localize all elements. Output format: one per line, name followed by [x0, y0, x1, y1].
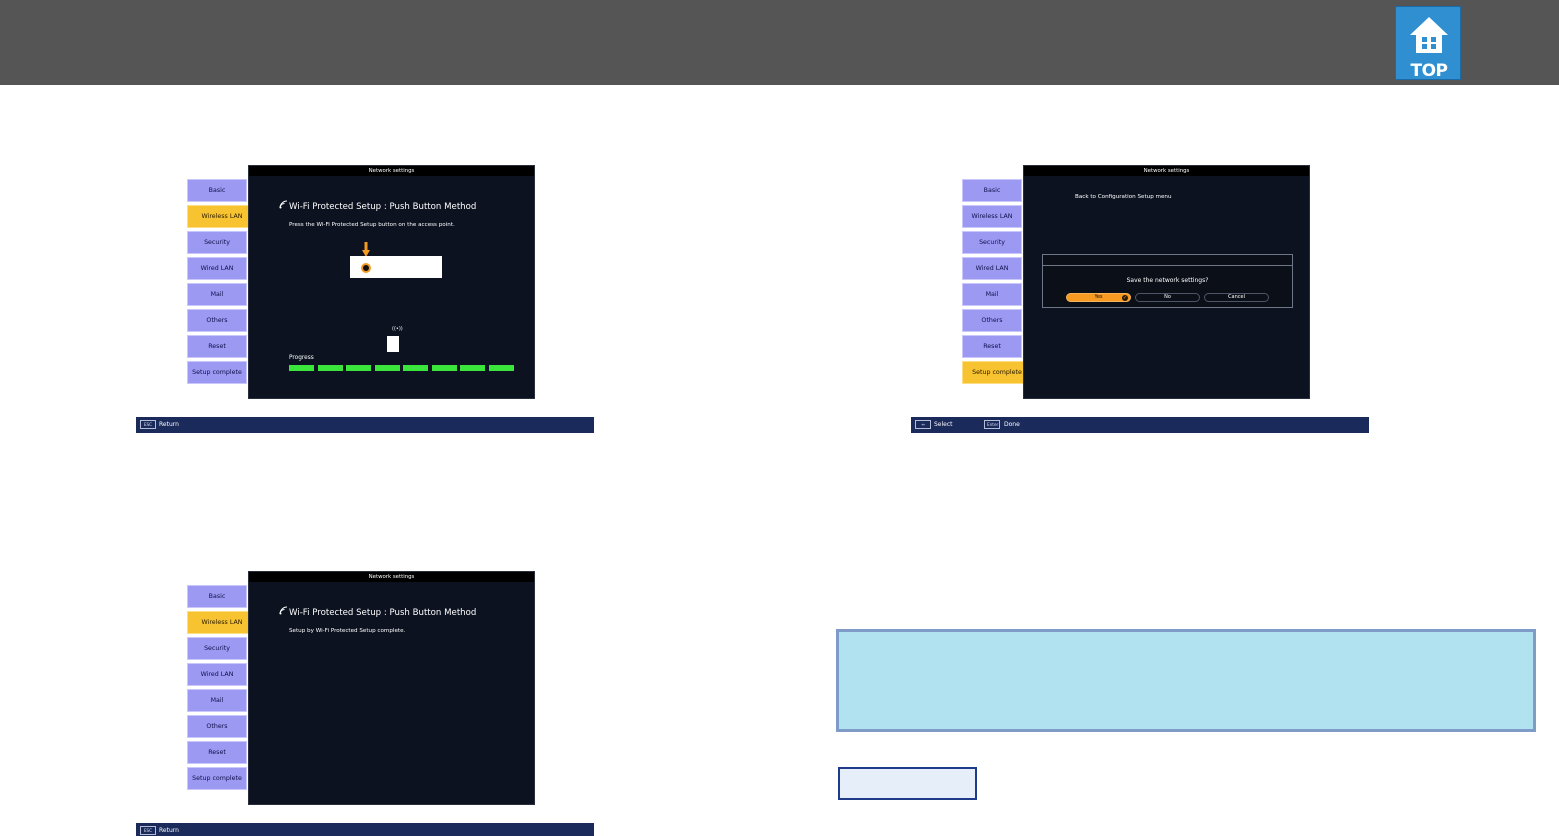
yes-button-label: Yes — [1094, 294, 1103, 300]
check-icon: ✓ — [1122, 295, 1128, 301]
footer-bar: ESC Return — [136, 417, 594, 433]
sidebar-item-security[interactable]: Security — [187, 637, 247, 660]
progress-label: Progress — [289, 355, 314, 361]
sidebar-item-wired-lan[interactable]: Wired LAN — [962, 257, 1022, 280]
wifi-signal-icon: ((•)) — [392, 326, 403, 332]
sidebar-item-basic[interactable]: Basic — [187, 179, 247, 202]
page: TOP Basic Wireless LAN Security Wired LA… — [0, 0, 1559, 836]
footer-return-label: Return — [159, 421, 179, 428]
footer-done-label: Done — [1004, 421, 1020, 428]
sidebar-item-setup-complete[interactable]: Setup complete — [962, 361, 1032, 384]
footer-return-label: Return — [159, 827, 179, 834]
window-title: Network settings — [249, 166, 534, 176]
cancel-button[interactable]: Cancel — [1204, 293, 1269, 302]
esc-key-icon: ESC — [140, 420, 156, 429]
progress-segment — [317, 365, 343, 371]
enter-key-icon: Enter — [984, 420, 1000, 429]
arrows-key-icon: ↔ — [915, 420, 931, 429]
completion-message: Setup by Wi-Fi Protected Setup complete. — [289, 628, 406, 634]
progress-segment — [403, 365, 428, 371]
wps-button-icon — [361, 263, 371, 273]
dialog-header — [1043, 255, 1292, 266]
sidebar-item-others[interactable]: Others — [187, 309, 247, 332]
wps-instruction: Press the Wi-Fi Protected Setup button o… — [289, 222, 455, 228]
save-question: Save the network settings? — [1126, 277, 1209, 284]
save-dialog: Save the network settings? Yes ✓ No Canc… — [1042, 254, 1293, 308]
wps-heading-text: Wi-Fi Protected Setup : Push Button Meth… — [289, 202, 477, 212]
sidebar-item-mail[interactable]: Mail — [962, 283, 1022, 306]
sidebar-item-setup-complete[interactable]: Setup complete — [187, 361, 247, 384]
progress-segment — [346, 365, 371, 371]
top-button-label: TOP — [1410, 61, 1448, 81]
device-icon — [387, 336, 399, 352]
wifi-icon — [279, 606, 288, 618]
sidebar-item-setup-complete[interactable]: Setup complete — [187, 767, 247, 790]
sidebar-item-reset[interactable]: Reset — [187, 741, 247, 764]
footer-select-label: Select — [934, 421, 953, 428]
wifi-icon — [279, 200, 288, 212]
sidebar-item-mail[interactable]: Mail — [187, 689, 247, 712]
window-title: Network settings — [249, 572, 534, 582]
no-button[interactable]: No — [1135, 293, 1200, 302]
sidebar-item-wireless-lan[interactable]: Wireless LAN — [962, 205, 1022, 228]
footer-bar: ESC Return — [136, 823, 594, 836]
wps-heading-text: Wi-Fi Protected Setup : Push Button Meth… — [289, 608, 477, 618]
header-bar: TOP — [0, 0, 1559, 85]
sidebar-item-security[interactable]: Security — [962, 231, 1022, 254]
reference-box — [838, 767, 977, 800]
progress-segment — [460, 365, 485, 371]
sidebar-item-reset[interactable]: Reset — [187, 335, 247, 358]
sidebar-item-wired-lan[interactable]: Wired LAN — [187, 257, 247, 280]
progress-segment — [374, 365, 400, 371]
sidebar-item-others[interactable]: Others — [962, 309, 1022, 332]
progress-segment — [488, 365, 514, 371]
screenshot-setup-complete: Basic Wireless LAN Security Wired LAN Ma… — [136, 549, 596, 836]
footer-bar: ↔ Select Enter Done — [911, 417, 1369, 433]
window-title: Network settings — [1024, 166, 1309, 176]
settings-window: Network settings Back to Configuration S… — [1023, 165, 1310, 399]
back-to-config-link[interactable]: Back to Configuration Setup menu — [1075, 194, 1172, 200]
wps-heading: Wi-Fi Protected Setup : Push Button Meth… — [279, 606, 476, 618]
sidebar-item-basic[interactable]: Basic — [962, 179, 1022, 202]
settings-window: Network settings Wi-Fi Protected Setup :… — [248, 165, 535, 399]
home-icon — [1410, 17, 1448, 53]
top-button[interactable]: TOP — [1395, 6, 1461, 81]
yes-button[interactable]: Yes ✓ — [1066, 293, 1131, 302]
note-box — [836, 629, 1536, 732]
sidebar-item-basic[interactable]: Basic — [187, 585, 247, 608]
sidebar-item-others[interactable]: Others — [187, 715, 247, 738]
screenshot-push-button: Basic Wireless LAN Security Wired LAN Ma… — [136, 143, 596, 433]
sidebar-item-wireless-lan[interactable]: Wireless LAN — [187, 611, 257, 634]
screenshot-save-settings: Basic Wireless LAN Security Wired LAN Ma… — [911, 143, 1371, 433]
sidebar-item-security[interactable]: Security — [187, 231, 247, 254]
wps-heading: Wi-Fi Protected Setup : Push Button Meth… — [279, 200, 476, 212]
progress-segment — [289, 365, 314, 371]
sidebar-item-wired-lan[interactable]: Wired LAN — [187, 663, 247, 686]
sidebar-item-wireless-lan[interactable]: Wireless LAN — [187, 205, 257, 228]
settings-window: Network settings Wi-Fi Protected Setup :… — [248, 571, 535, 805]
sidebar-item-reset[interactable]: Reset — [962, 335, 1022, 358]
progress-segment — [431, 365, 457, 371]
sidebar-item-mail[interactable]: Mail — [187, 283, 247, 306]
progress-bar — [289, 365, 517, 372]
esc-key-icon: ESC — [140, 826, 156, 835]
access-point-illustration — [350, 256, 442, 278]
